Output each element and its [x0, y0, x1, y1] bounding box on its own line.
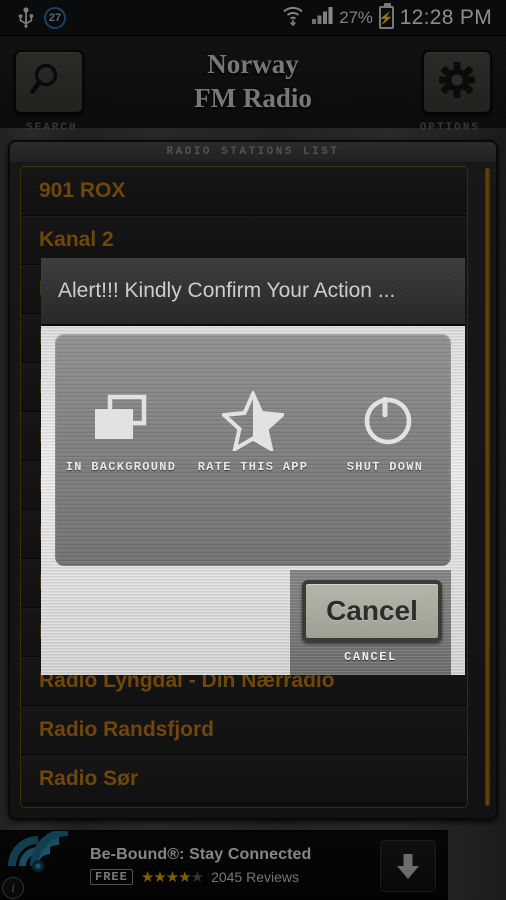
dialog-option-shut-down[interactable]: SHUT DOWN: [320, 390, 450, 474]
cancel-caption: CANCEL: [344, 650, 397, 664]
dialog-option-rate-this-app[interactable]: RATE THIS APP: [188, 390, 318, 474]
cancel-button[interactable]: Cancel: [302, 580, 442, 642]
dialog-option-in-background[interactable]: IN BACKGROUND: [56, 390, 186, 474]
windows-stack-icon: [91, 390, 151, 452]
dialog-options-row: IN BACKGROUND RATE THIS APP SHUT DOWN: [55, 390, 451, 474]
power-icon: [356, 390, 414, 452]
dialog-option-label: RATE THIS APP: [197, 460, 309, 474]
dialog-title: Alert!!! Kindly Confirm Your Action ...: [41, 258, 465, 326]
dialog-cancel-panel: Cancel CANCEL: [290, 570, 451, 675]
app-root: 27 27% ⚡ 12:28 PM Norway FM Radio SEARCH…: [0, 0, 506, 900]
dialog-option-label: IN BACKGROUND: [65, 460, 177, 474]
dialog-options-panel: IN BACKGROUND RATE THIS APP SHUT DOWN: [55, 334, 451, 566]
half-star-icon: [222, 390, 284, 452]
dialog-option-label: SHUT DOWN: [346, 460, 424, 474]
